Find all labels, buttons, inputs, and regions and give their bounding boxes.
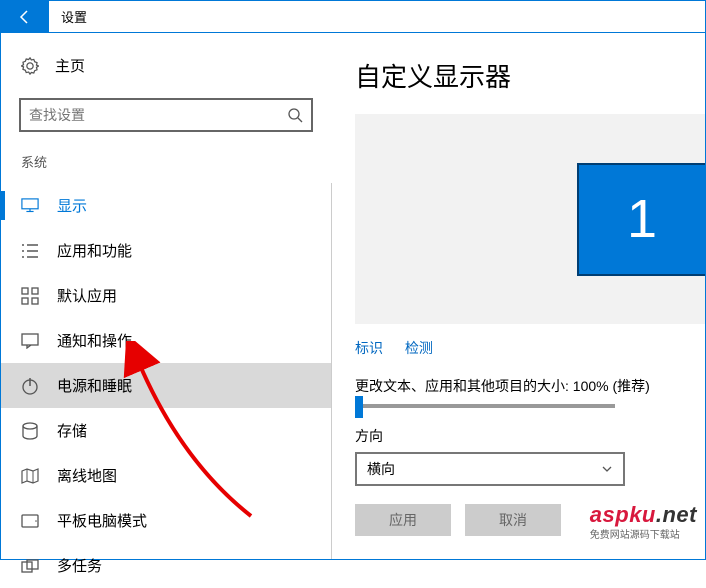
nav-label: 显示 [57, 195, 87, 216]
gear-icon [21, 57, 39, 75]
arrow-left-icon [17, 9, 33, 25]
content-panel: 自定义显示器 1 标识 检测 更改文本、应用和其他项目的大小: 100% (推荐… [331, 33, 705, 559]
identify-link[interactable]: 标识 [355, 340, 383, 356]
cancel-button[interactable]: 取消 [465, 504, 561, 536]
monitor-preview[interactable]: 1 [355, 114, 705, 324]
nav-offline-maps[interactable]: 离线地图 [1, 453, 331, 498]
nav-label: 存储 [57, 420, 87, 441]
window-title: 设置 [49, 1, 87, 32]
home-label: 主页 [55, 55, 85, 76]
nav-apps[interactable]: 应用和功能 [1, 228, 331, 273]
category-title: 系统 [1, 152, 331, 183]
orientation-label: 方向 [355, 426, 705, 446]
nav-power-sleep[interactable]: 电源和睡眠 [1, 363, 331, 408]
scale-label: 更改文本、应用和其他项目的大小: 100% (推荐) [355, 376, 705, 396]
nav-label: 默认应用 [57, 285, 117, 306]
search-icon [287, 107, 303, 123]
list-icon [21, 242, 39, 260]
search-input[interactable] [29, 107, 287, 123]
display-icon [21, 197, 39, 215]
slider-thumb[interactable] [355, 396, 363, 418]
nav-default-apps[interactable]: 默认应用 [1, 273, 331, 318]
chevron-down-icon [601, 463, 613, 475]
nav-list: 显示 应用和功能 默认应用 通知和操作 电源和睡眠 存储 [1, 183, 331, 588]
nav-storage[interactable]: 存储 [1, 408, 331, 453]
nav-label: 离线地图 [57, 465, 117, 486]
notification-icon [21, 332, 39, 350]
nav-display[interactable]: 显示 [1, 183, 331, 228]
detect-link[interactable]: 检测 [405, 340, 433, 356]
nav-label: 通知和操作 [57, 330, 132, 351]
grid-icon [21, 287, 39, 305]
nav-label: 多任务 [57, 555, 102, 576]
tablet-icon [21, 512, 39, 530]
home-link[interactable]: 主页 [1, 49, 331, 82]
nav-tablet-mode[interactable]: 平板电脑模式 [1, 498, 331, 543]
page-title: 自定义显示器 [355, 57, 705, 94]
scale-slider[interactable] [355, 404, 705, 408]
search-input-wrapper[interactable] [19, 98, 313, 132]
nav-label: 平板电脑模式 [57, 510, 147, 531]
nav-label: 电源和睡眠 [57, 375, 132, 396]
apply-button[interactable]: 应用 [355, 504, 451, 536]
monitor-tile[interactable]: 1 [577, 163, 705, 276]
map-icon [21, 467, 39, 485]
back-button[interactable] [1, 1, 49, 32]
dropdown-value: 横向 [367, 459, 395, 479]
watermark: aspku.net 免费网站源码下载站 [590, 502, 697, 541]
divider [331, 183, 332, 559]
titlebar: 设置 [1, 1, 705, 33]
sidebar: 主页 系统 显示 应用和功能 默认应用 通知和操作 [1, 33, 331, 559]
storage-icon [21, 422, 39, 440]
power-icon [21, 377, 39, 395]
multitask-icon [21, 557, 39, 575]
nav-multitask[interactable]: 多任务 [1, 543, 331, 588]
nav-notifications[interactable]: 通知和操作 [1, 318, 331, 363]
orientation-dropdown[interactable]: 横向 [355, 452, 625, 486]
nav-label: 应用和功能 [57, 240, 132, 261]
display-links: 标识 检测 [355, 338, 705, 358]
